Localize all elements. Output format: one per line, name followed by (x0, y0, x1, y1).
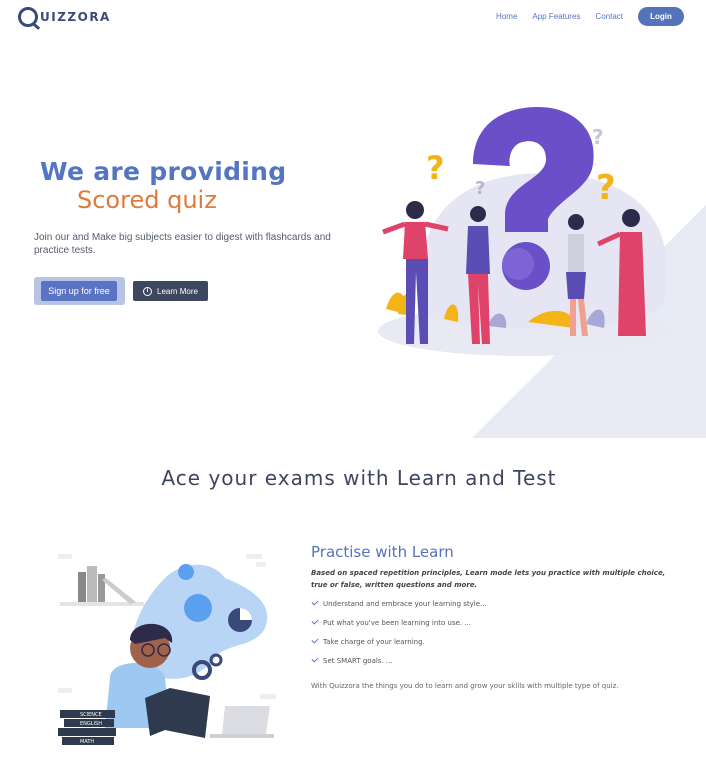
info-icon: i (143, 286, 153, 296)
logo-q-icon (18, 7, 38, 27)
nav-link-home[interactable]: Home (496, 12, 517, 21)
logo-text: UIZZORA (40, 10, 111, 24)
check-icon (311, 617, 319, 625)
learn-illustration: ENGLISH MATH SCIENCE (58, 554, 276, 745)
svg-text:?: ? (426, 149, 445, 187)
nav-links: Home App Features Contact Login (496, 7, 684, 26)
learn-footer-text: With Quizzora the things you do to learn… (311, 682, 619, 690)
logo[interactable]: UIZZORA (18, 5, 111, 29)
section-title: Ace your exams with Learn and Test (161, 466, 557, 490)
learn-more-label: Learn More (157, 286, 198, 296)
top-navbar: UIZZORA Home App Features Contact Login (0, 0, 706, 36)
book-label-english: ENGLISH (80, 721, 102, 727)
bullet-text: Put what you've been learning into use. … (323, 619, 472, 627)
bullet-text: Take charge of your learning. (323, 638, 425, 646)
bullet-text: Set SMART goals. ... (323, 657, 393, 665)
list-item: Set SMART goals. ... (311, 655, 487, 676)
bullet-text: Understand and embrace your learning sty… (323, 600, 487, 608)
book-label-math: MATH (80, 739, 94, 745)
hero-description: Join our and Make big subjects easier to… (34, 232, 331, 256)
learn-description: Based on spaced repetition principles, L… (311, 569, 666, 589)
nav-link-contact[interactable]: Contact (595, 12, 623, 21)
list-item: Understand and embrace your learning sty… (311, 598, 487, 619)
check-icon (311, 655, 319, 663)
signup-button-frame: Sign up for free (34, 277, 125, 305)
svg-text:?: ? (592, 125, 604, 149)
list-item: Put what you've been learning into use. … (311, 617, 487, 638)
nav-link-app-features[interactable]: App Features (532, 12, 580, 21)
hero-title: We are providing (40, 157, 287, 186)
book-label-science: SCIENCE (80, 712, 102, 718)
learn-more-button[interactable]: i Learn More (133, 281, 208, 301)
svg-text:?: ? (475, 178, 485, 199)
signup-button[interactable]: Sign up for free (41, 281, 117, 301)
list-item: Take charge of your learning. (311, 636, 487, 657)
check-icon (311, 636, 319, 644)
hero-subtitle: Scored quiz (77, 186, 217, 214)
svg-text:?: ? (596, 168, 616, 208)
hero-illustration: ? ? ? ? (378, 107, 670, 356)
check-icon (311, 598, 319, 606)
login-button[interactable]: Login (638, 7, 684, 26)
learn-title: Practise with Learn (311, 543, 454, 561)
learn-bullet-list: Understand and embrace your learning sty… (311, 598, 487, 676)
